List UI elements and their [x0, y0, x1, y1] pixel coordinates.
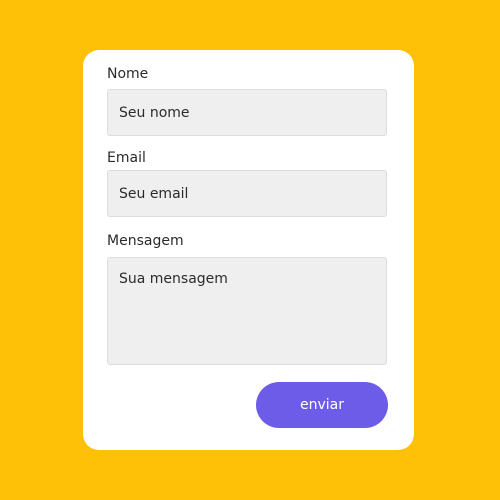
- contact-form-card: Nome Email Mensagem enviar: [83, 50, 414, 450]
- email-label: Email: [107, 150, 146, 166]
- message-label: Mensagem: [107, 233, 184, 249]
- send-button[interactable]: enviar: [256, 382, 388, 428]
- name-label: Nome: [107, 66, 149, 82]
- name-input[interactable]: [107, 89, 387, 136]
- message-textarea[interactable]: [107, 257, 387, 365]
- email-input[interactable]: [107, 170, 387, 217]
